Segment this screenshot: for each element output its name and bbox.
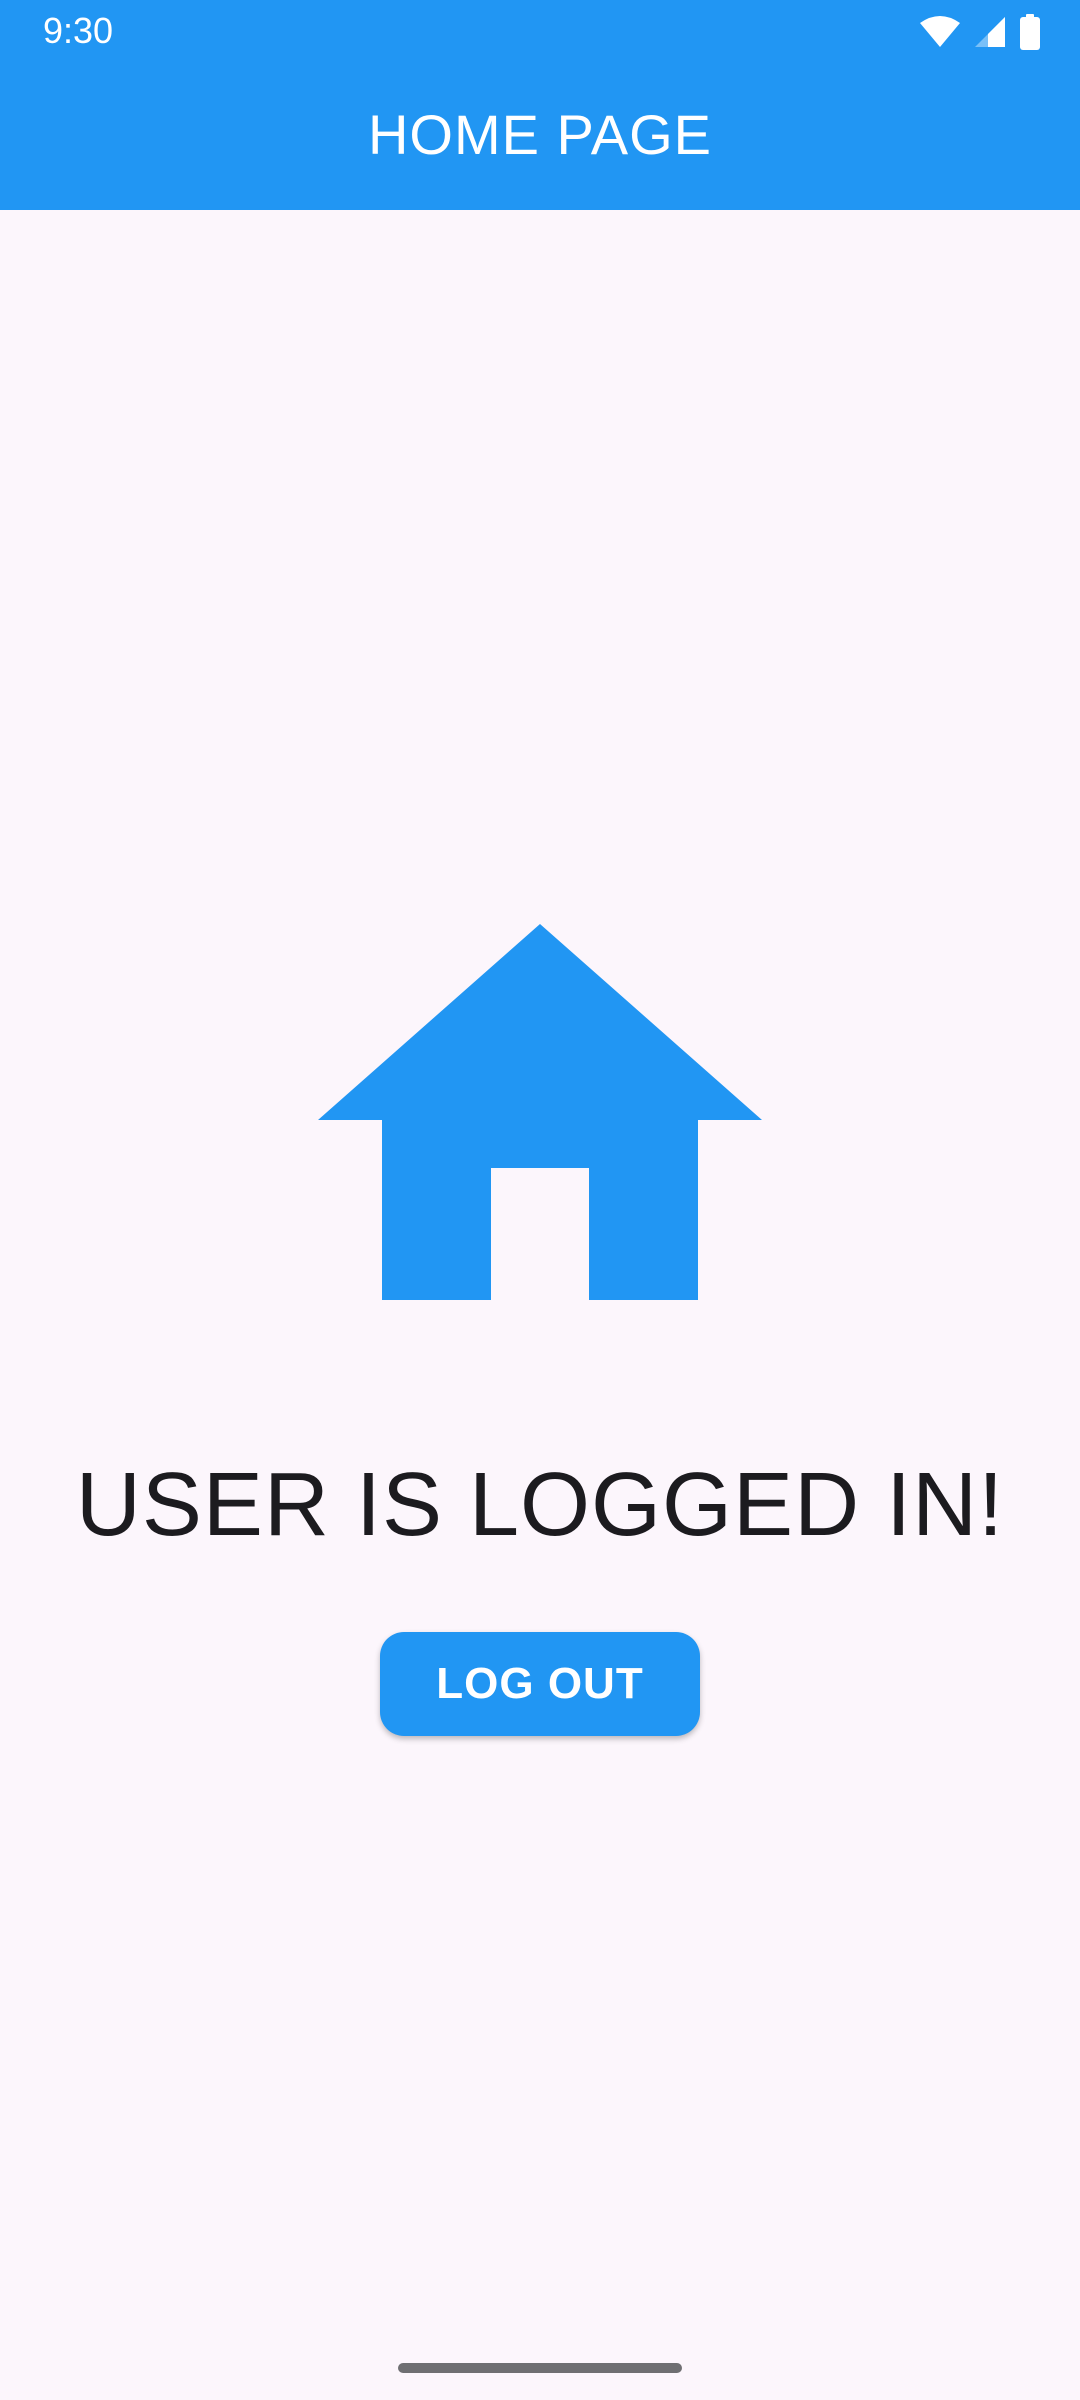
app-bar: 9:30 HOME PAGE (0, 0, 1080, 210)
status-icons (920, 12, 1040, 52)
logout-button[interactable]: LOG OUT (380, 1632, 700, 1736)
page-title: HOME PAGE (367, 103, 712, 166)
cellular-signal-icon (974, 16, 1006, 48)
logged-in-message: USER IS LOGGED IN! (75, 1455, 1005, 1555)
wifi-icon (920, 16, 960, 48)
home-icon (318, 924, 762, 1300)
home-indicator[interactable] (398, 2363, 682, 2373)
battery-icon (1020, 14, 1040, 50)
status-time: 9:30 (43, 10, 114, 51)
status-bar: 9:30 (0, 0, 1080, 62)
